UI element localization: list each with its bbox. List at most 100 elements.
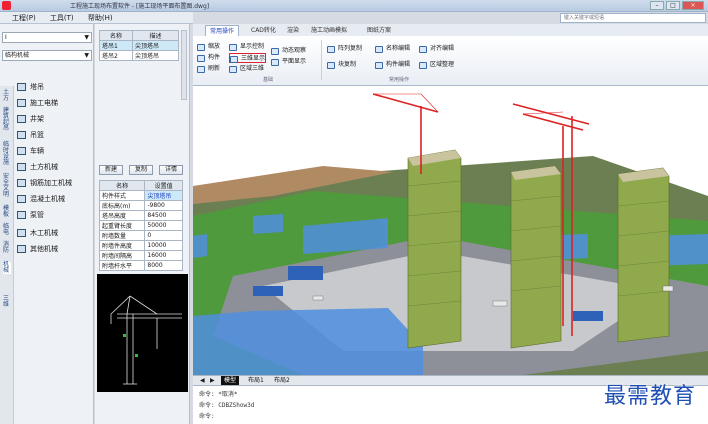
- gondola-icon: [17, 131, 26, 139]
- tab-cad-convert[interactable]: CAD转化: [247, 25, 280, 36]
- vtab-formwork[interactable]: 模板: [3, 206, 11, 218]
- tool-earth-machine[interactable]: 土方机械: [16, 160, 92, 174]
- watermark-logo: 最需教育: [603, 384, 696, 409]
- menu-help[interactable]: 帮助(H): [88, 12, 113, 24]
- vtab-safety[interactable]: 安全文明: [3, 174, 11, 198]
- tab-common-ops[interactable]: 常用操作: [205, 25, 240, 36]
- component-button[interactable]: 构件: [197, 53, 220, 63]
- plan-icon: [271, 59, 279, 66]
- tool-gondola[interactable]: 吊篮: [16, 128, 92, 142]
- tower-crane-preview-icon: [110, 295, 182, 385]
- display-control-button[interactable]: 显示控制: [229, 42, 264, 52]
- close-icon[interactable]: ×: [682, 1, 704, 10]
- zoom-button[interactable]: 缩放: [197, 42, 220, 52]
- maximize-icon[interactable]: □: [666, 1, 680, 10]
- orbit-button[interactable]: 动态观察: [271, 46, 306, 56]
- tab-layout1[interactable]: 布局1: [245, 376, 267, 385]
- tool-concrete-machine[interactable]: 混凝土机械: [16, 192, 92, 206]
- property-row[interactable]: 底标高(m) -9800: [98, 200, 183, 211]
- cell-desc: 尖顶塔吊: [132, 50, 179, 61]
- property-row[interactable]: 附墙间隔高 16000: [98, 250, 183, 261]
- align-edit-button[interactable]: 对齐编辑: [419, 44, 454, 54]
- vtab-power[interactable]: 临电: [3, 224, 11, 236]
- cell-name[interactable]: 塔吊2: [99, 50, 133, 61]
- table-row[interactable]: 塔吊2 尖顶塔吊: [99, 50, 179, 61]
- floor-select[interactable]: I ▼: [2, 32, 92, 43]
- tab-model[interactable]: 模型: [221, 376, 240, 385]
- saw-icon: [17, 229, 26, 237]
- refresh-button[interactable]: 刷新: [197, 64, 220, 74]
- property-row[interactable]: 塔吊高度 84500: [98, 210, 183, 221]
- property-row[interactable]: 构件样式 尖顶塔吊: [98, 190, 183, 201]
- search-input[interactable]: 键入关键字或短语: [560, 13, 706, 23]
- region-icon: [229, 66, 237, 73]
- 3d-display-button[interactable]: 三维显示: [229, 53, 267, 63]
- gear-icon: [17, 245, 26, 253]
- command-history-line: 命令: *取消*: [199, 391, 238, 398]
- vtab-3d[interactable]: 三维: [3, 296, 11, 308]
- property-row[interactable]: 附墙杆水平 8000: [98, 260, 183, 271]
- component-edit-button[interactable]: 构件编辑: [375, 60, 410, 70]
- plan-display-button[interactable]: 平面显示: [271, 57, 306, 67]
- tool-elevator[interactable]: 施工电梯: [16, 96, 92, 110]
- cell-name[interactable]: 塔吊1: [99, 40, 133, 51]
- tab-drawing-plan[interactable]: 图纸方案: [363, 25, 395, 36]
- tab-render[interactable]: 渲染: [283, 25, 303, 36]
- list-scrollbar[interactable]: [181, 30, 187, 100]
- tab-layout2[interactable]: 布局2: [271, 376, 293, 385]
- building-right: [617, 167, 670, 343]
- col-name-header[interactable]: 名称: [99, 30, 133, 41]
- eye-icon: [229, 44, 237, 51]
- ribbon-tabs: 常用操作 CAD转化 渲染 施工动画模拟 图纸方案: [193, 24, 708, 36]
- component-icon: [197, 55, 205, 62]
- property-row[interactable]: 附墙数量 0: [98, 230, 183, 241]
- details-button[interactable]: 详情: [159, 165, 183, 175]
- chevron-down-icon: ▼: [84, 52, 89, 59]
- tidy-icon: [419, 62, 427, 69]
- copy-button[interactable]: 复制: [129, 165, 153, 175]
- vtab-fire[interactable]: 消防: [3, 242, 11, 254]
- region-tidy-button[interactable]: 区域整理: [419, 60, 454, 70]
- rebar-machine-icon: [17, 179, 26, 187]
- name-edit-button[interactable]: 名称编辑: [375, 44, 410, 54]
- vtab-temp-facility[interactable]: 临时设施: [3, 142, 11, 166]
- command-prompt[interactable]: 命令:: [199, 411, 215, 420]
- tool-pump-pipe[interactable]: 泵管: [16, 208, 92, 222]
- wrench-icon: [375, 62, 383, 69]
- region-3d-button[interactable]: 区域三维: [229, 64, 264, 74]
- edit-icon: [375, 46, 383, 53]
- 3d-viewport[interactable]: [193, 86, 708, 375]
- tab-animation[interactable]: 施工动画模拟: [307, 25, 351, 36]
- property-row[interactable]: 起重臂长度 50000: [98, 220, 183, 231]
- ribbon-toolbar: 缩放 构件 刷新 显示控制 三维显示 区域三维 动态观察 平面显示 基础 阵列复…: [193, 36, 708, 86]
- tool-tower-crane[interactable]: 塔吊: [16, 80, 92, 94]
- table-row[interactable]: 塔吊1 尖顶塔吊: [99, 40, 179, 51]
- tool-wood-machine[interactable]: 木工机械: [16, 226, 92, 240]
- new-button[interactable]: 新建: [99, 165, 123, 175]
- menu-tools[interactable]: 工具(T): [50, 12, 74, 24]
- menu-project[interactable]: 工程(P): [12, 12, 36, 24]
- block-copy-button[interactable]: 块复制: [327, 60, 356, 70]
- tool-vehicle[interactable]: 车辆: [16, 144, 92, 158]
- nav-next-icon[interactable]: ▶: [207, 376, 218, 385]
- tool-other-machine[interactable]: 其他机械: [16, 242, 92, 256]
- vehicle-icon: [17, 147, 26, 155]
- orbit-icon: [271, 48, 279, 55]
- group-label-common: 常用操作: [389, 77, 410, 83]
- vtab-lifting[interactable]: 建筑起吊: [3, 108, 11, 132]
- tool-rebar-machine[interactable]: 钢筋加工机械: [16, 176, 92, 190]
- minimize-icon[interactable]: –: [650, 1, 664, 10]
- cell-desc: 尖顶塔吊: [132, 40, 179, 51]
- vtab-earthwork[interactable]: 土方: [3, 90, 11, 102]
- col-desc-header[interactable]: 描述: [132, 30, 179, 41]
- array-copy-button[interactable]: 阵列复制: [327, 44, 362, 54]
- title-bar: 工程施工现场布置软件 - [施工现场平面布置图.dwg] – □ ×: [0, 0, 708, 12]
- pipe-icon: [17, 211, 26, 219]
- copy-icon: [327, 62, 335, 69]
- app-logo-icon[interactable]: [2, 1, 11, 10]
- vtab-machinery[interactable]: 机械: [3, 262, 11, 274]
- tower-crane-icon: [17, 83, 26, 91]
- category-select[interactable]: 临构机械 ▼: [2, 50, 92, 61]
- tool-derrick[interactable]: 井架: [16, 112, 92, 126]
- property-row[interactable]: 附墙件高度 10000: [98, 240, 183, 251]
